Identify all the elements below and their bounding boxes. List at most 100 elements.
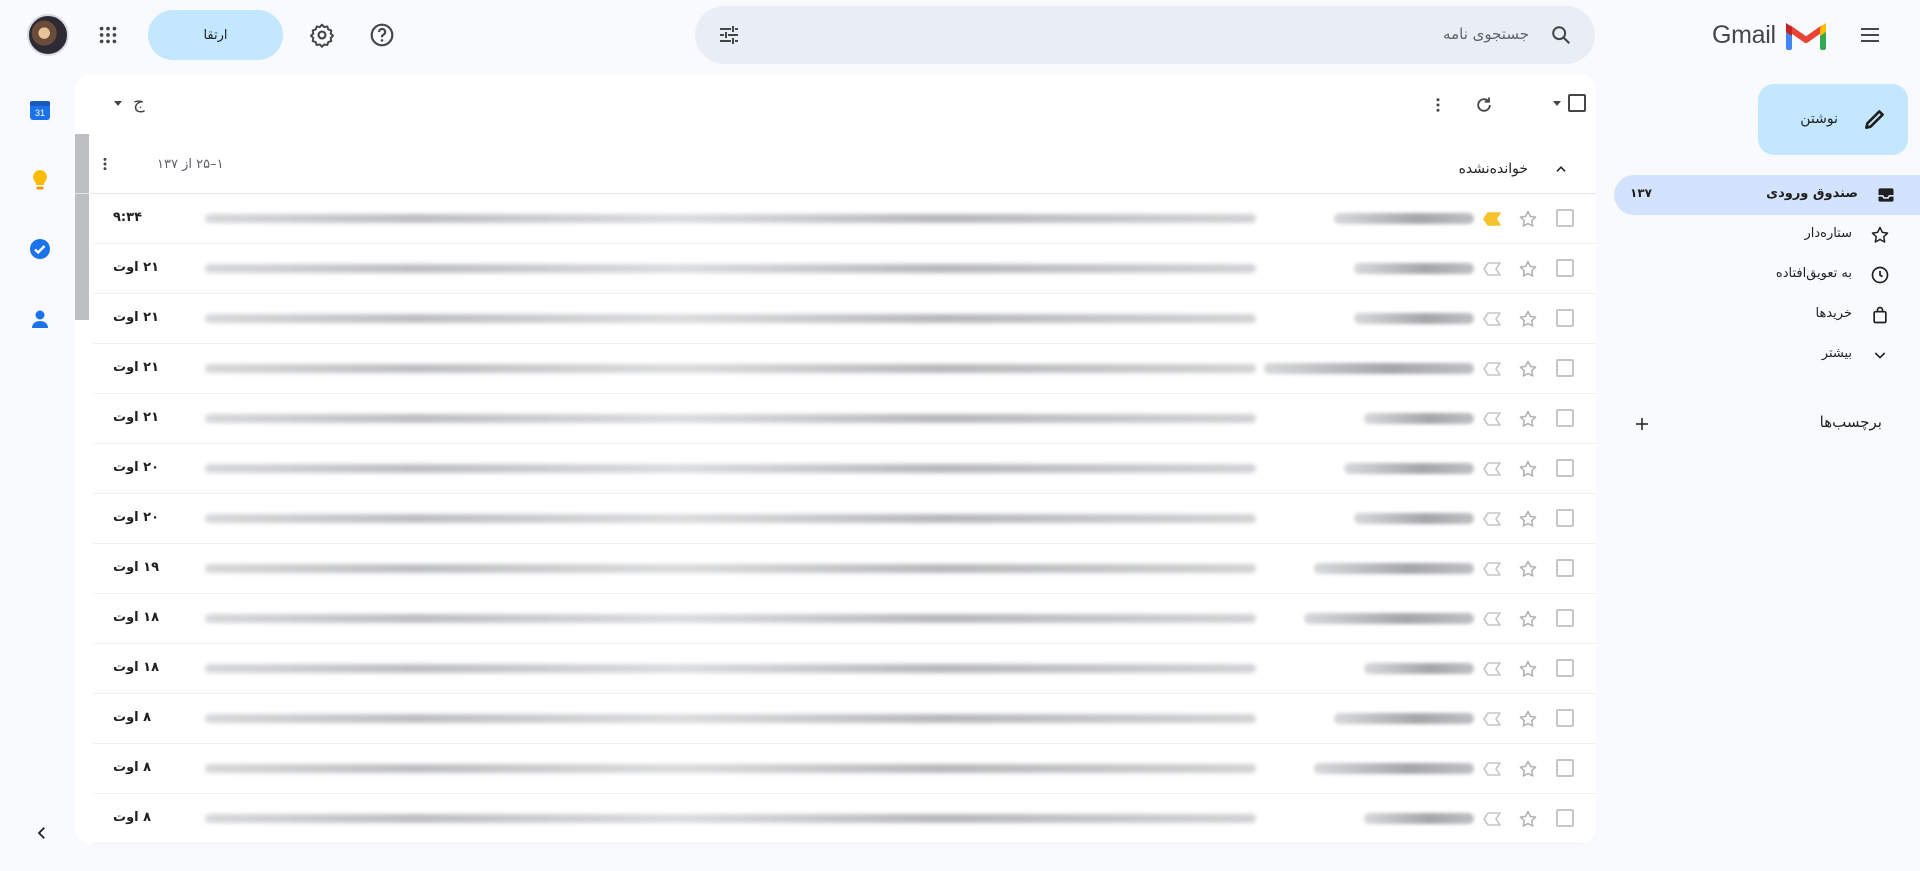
row-checkbox[interactable] — [1556, 759, 1574, 777]
collapse-panel-chevron-icon[interactable] — [22, 813, 62, 853]
email-sender-redacted — [1334, 213, 1474, 224]
email-row[interactable]: ۲۱ اوت — [93, 394, 1596, 444]
select-all-checkbox[interactable] — [1568, 94, 1586, 112]
keep-app-icon[interactable] — [24, 164, 56, 196]
compose-button[interactable]: نوشتن — [1758, 84, 1908, 155]
refresh-icon[interactable] — [1464, 85, 1504, 125]
star-icon[interactable] — [1516, 307, 1540, 331]
important-marker-icon[interactable] — [1481, 758, 1503, 780]
important-marker-icon[interactable] — [1481, 558, 1503, 580]
email-snippet-redacted — [205, 714, 1256, 723]
email-row[interactable]: ۸ اوت — [93, 744, 1596, 794]
row-checkbox[interactable] — [1556, 309, 1574, 327]
add-label-plus-icon[interactable] — [1626, 408, 1658, 440]
contacts-app-icon[interactable] — [24, 303, 56, 335]
row-checkbox[interactable] — [1556, 659, 1574, 677]
star-icon[interactable] — [1516, 807, 1540, 831]
account-avatar[interactable] — [27, 14, 69, 56]
input-tools-selector[interactable]: ج — [113, 92, 145, 113]
dropdown-arrow-icon[interactable] — [1552, 98, 1562, 108]
row-checkbox[interactable] — [1556, 609, 1574, 627]
help-icon[interactable] — [362, 15, 402, 55]
row-checkbox[interactable] — [1556, 509, 1574, 527]
row-checkbox[interactable] — [1556, 709, 1574, 727]
star-icon[interactable] — [1516, 457, 1540, 481]
nav-item-1[interactable]: ستاره‌دار — [1614, 215, 1914, 255]
upgrade-button[interactable]: ارتقا — [148, 10, 283, 60]
important-marker-icon[interactable] — [1481, 308, 1503, 330]
email-date: ۱۸ اوت — [113, 610, 160, 625]
star-icon — [1868, 223, 1892, 247]
email-sender-redacted — [1364, 413, 1474, 424]
star-icon[interactable] — [1516, 207, 1540, 231]
email-row[interactable]: ۲۰ اوت — [93, 444, 1596, 494]
email-row[interactable]: ۱۹ اوت — [93, 544, 1596, 594]
important-marker-icon[interactable] — [1481, 708, 1503, 730]
star-icon[interactable] — [1516, 507, 1540, 531]
row-checkbox[interactable] — [1556, 409, 1574, 427]
inbox-icon — [1874, 183, 1898, 207]
email-snippet-redacted — [205, 564, 1256, 573]
email-date: ۲۰ اوت — [113, 510, 160, 525]
settings-gear-icon[interactable] — [302, 15, 342, 55]
star-icon[interactable] — [1516, 707, 1540, 731]
email-row[interactable]: ۲۰ اوت — [93, 494, 1596, 544]
email-row[interactable]: ۱۸ اوت — [93, 594, 1596, 644]
unread-section-header: خوانده‌نشده — [75, 144, 1596, 194]
row-checkbox[interactable] — [1556, 259, 1574, 277]
google-apps-icon[interactable] — [88, 15, 128, 55]
row-checkbox[interactable] — [1556, 559, 1574, 577]
important-marker-icon[interactable] — [1481, 258, 1503, 280]
nav-item-3[interactable]: خریدها — [1614, 295, 1914, 335]
email-row[interactable]: ۸ اوت — [93, 694, 1596, 744]
star-icon[interactable] — [1516, 257, 1540, 281]
search-options-icon[interactable] — [709, 15, 749, 55]
collapse-section-chevron-icon[interactable] — [1546, 154, 1576, 184]
important-marker-icon[interactable] — [1481, 208, 1503, 230]
star-icon[interactable] — [1516, 557, 1540, 581]
row-checkbox[interactable] — [1556, 459, 1574, 477]
search-icon[interactable] — [1541, 15, 1581, 55]
star-icon[interactable] — [1516, 657, 1540, 681]
important-marker-icon[interactable] — [1481, 408, 1503, 430]
email-row[interactable]: ۲۱ اوت — [93, 294, 1596, 344]
email-row[interactable]: ۲۱ اوت — [93, 344, 1596, 394]
email-row[interactable]: ۱۸ اوت — [93, 644, 1596, 694]
row-checkbox[interactable] — [1556, 359, 1574, 377]
row-checkbox[interactable] — [1556, 209, 1574, 227]
tasks-app-icon[interactable] — [24, 233, 56, 265]
search-input[interactable]: جستجوی نامه — [1443, 25, 1529, 43]
important-marker-icon[interactable] — [1481, 508, 1503, 530]
email-sender-redacted — [1364, 663, 1474, 674]
clock-icon — [1868, 263, 1892, 287]
star-icon[interactable] — [1516, 607, 1540, 631]
nav-item-4[interactable]: بیشتر — [1614, 335, 1914, 375]
nav-item-label: خریدها — [1815, 306, 1852, 321]
pencil-icon — [1862, 106, 1888, 136]
important-marker-icon[interactable] — [1481, 658, 1503, 680]
star-icon[interactable] — [1516, 357, 1540, 381]
star-icon[interactable] — [1516, 407, 1540, 431]
more-vert-icon[interactable] — [1418, 85, 1458, 125]
section-options-icon[interactable] — [89, 148, 121, 180]
important-marker-icon[interactable] — [1481, 458, 1503, 480]
important-marker-icon[interactable] — [1481, 608, 1503, 630]
search-bar[interactable]: جستجوی نامه — [695, 6, 1595, 64]
select-all-control[interactable] — [1552, 94, 1586, 112]
input-tools-icon: ج — [133, 92, 145, 113]
email-row[interactable]: ۸ اوت — [93, 794, 1596, 844]
compose-label: نوشتن — [1800, 111, 1838, 127]
gmail-logo[interactable]: Gmail — [1712, 17, 1826, 53]
star-icon[interactable] — [1516, 757, 1540, 781]
calendar-app-icon[interactable]: 31 — [24, 94, 56, 126]
important-marker-icon[interactable] — [1481, 358, 1503, 380]
row-checkbox[interactable] — [1556, 809, 1574, 827]
email-sender-redacted — [1354, 263, 1474, 274]
nav-item-2[interactable]: به تعویق‌افتاده — [1614, 255, 1914, 295]
email-row[interactable]: ۲۱ اوت — [93, 244, 1596, 294]
email-row[interactable]: ۹:۳۴ — [93, 194, 1596, 244]
main-menu-button[interactable] — [1850, 15, 1890, 55]
nav-item-0[interactable]: صندوق ورودی ۱۳۷ — [1614, 175, 1920, 215]
important-marker-icon[interactable] — [1481, 808, 1503, 830]
email-snippet-redacted — [205, 364, 1256, 373]
